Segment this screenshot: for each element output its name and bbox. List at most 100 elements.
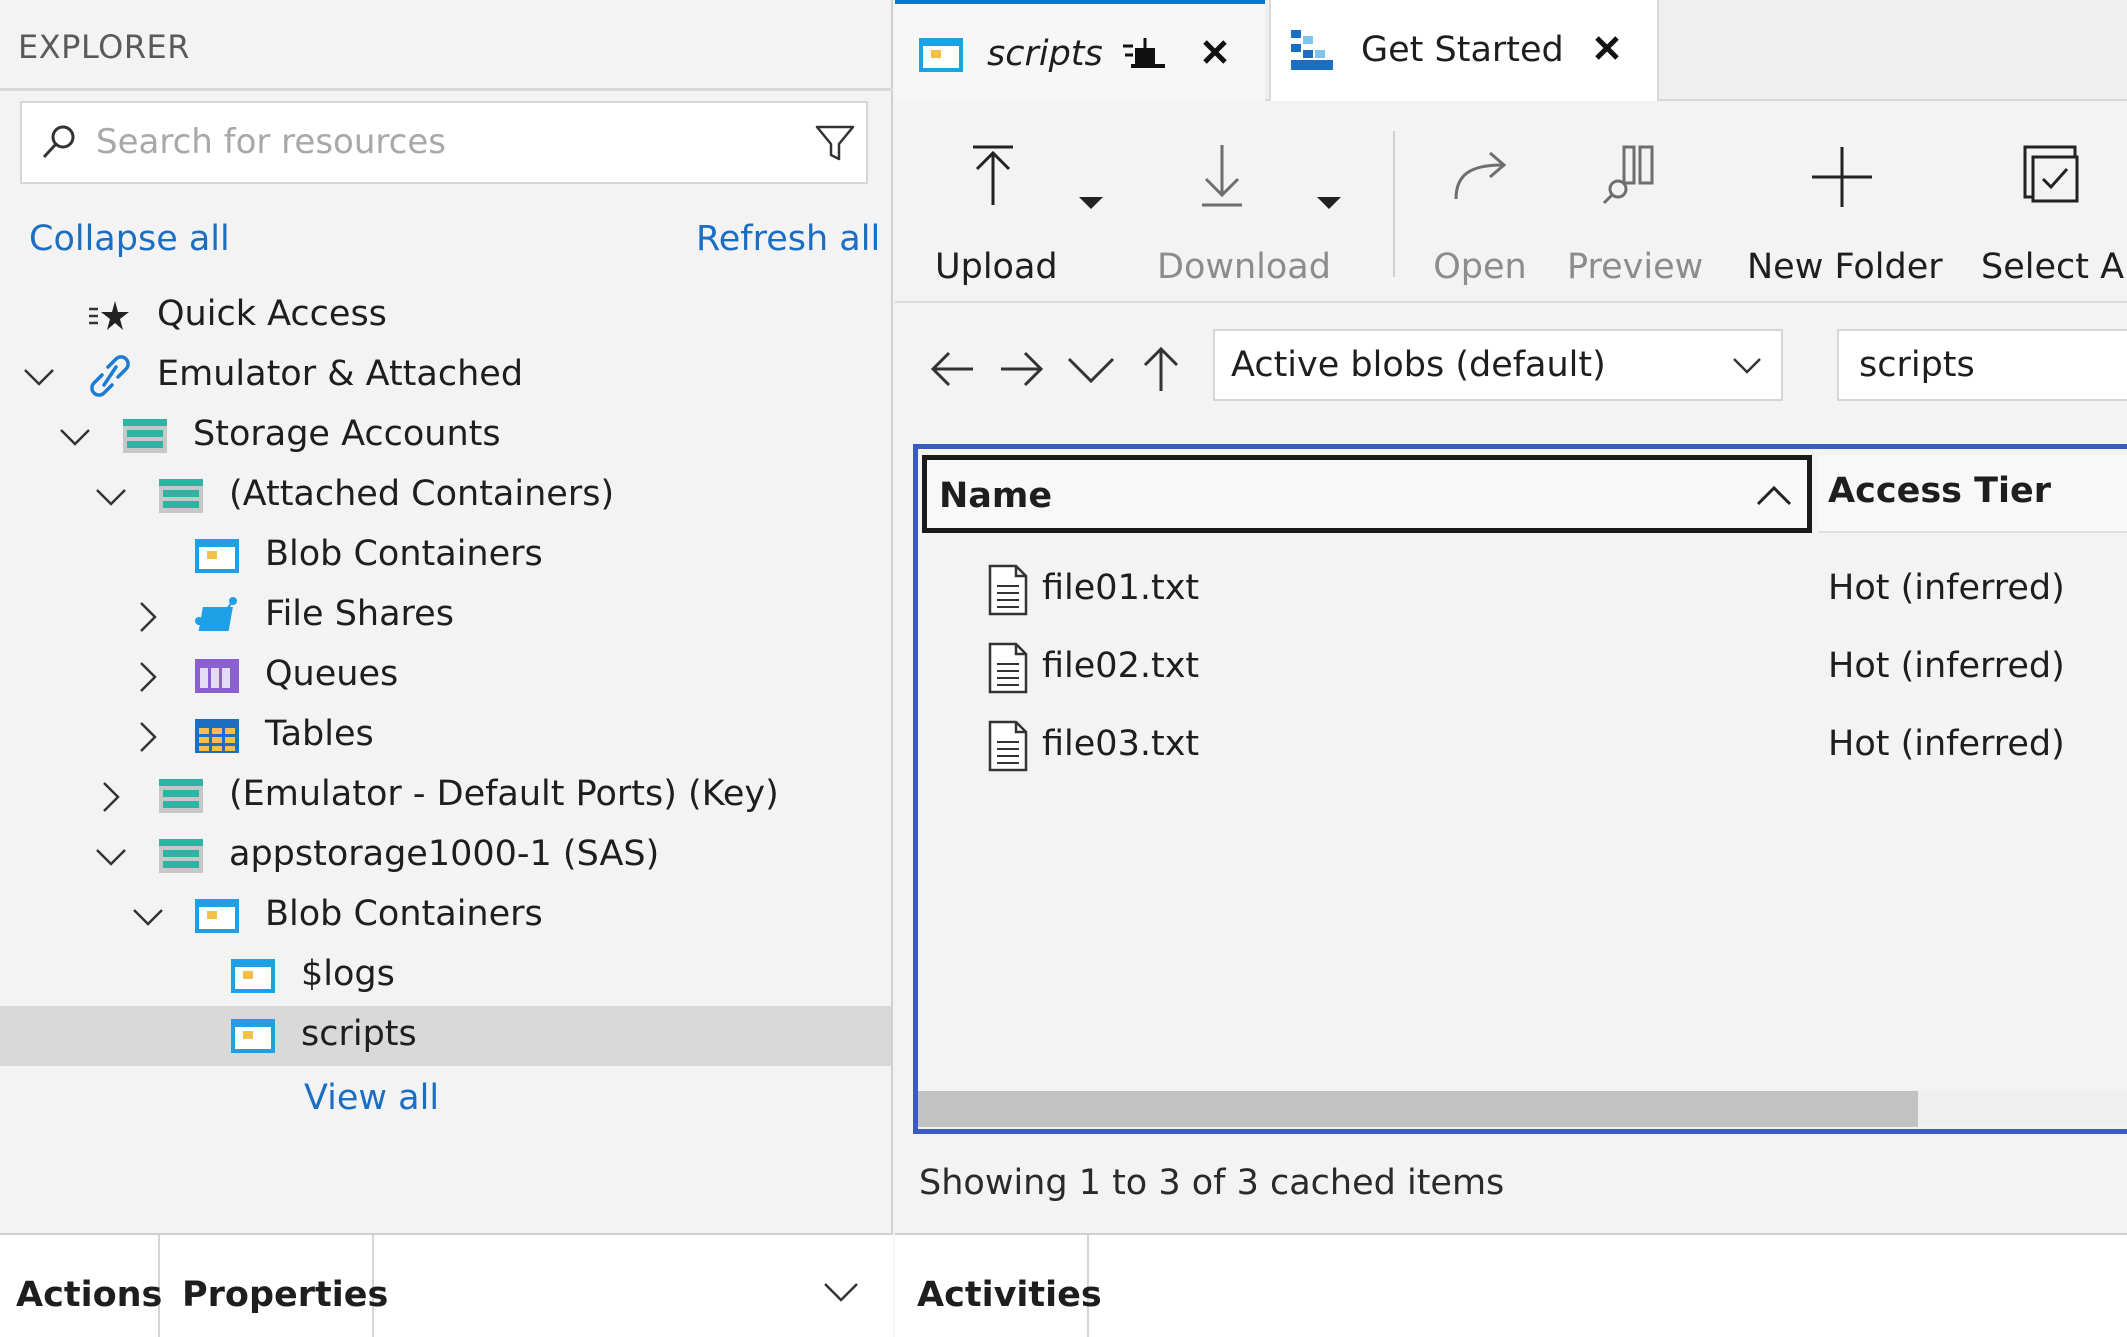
chevron-down-icon[interactable] bbox=[131, 900, 165, 934]
access-tier-value: Hot (inferred) bbox=[1828, 646, 2065, 686]
select-all-button[interactable]: Select All bbox=[1981, 133, 2127, 283]
chevron-right-icon[interactable] bbox=[94, 780, 128, 814]
blob-container-icon bbox=[919, 38, 963, 72]
blob-container-icon bbox=[195, 539, 239, 573]
tree-item-blob-containers[interactable]: Blob Containers bbox=[0, 526, 891, 586]
tree-item-appstorage[interactable]: appstorage1000-1 (SAS) bbox=[0, 826, 891, 886]
blob-container-icon bbox=[231, 1019, 275, 1053]
storage-account-icon bbox=[159, 779, 203, 813]
horizontal-scrollbar[interactable] bbox=[918, 1091, 2127, 1127]
forward-arrow-icon[interactable] bbox=[995, 343, 1047, 395]
tree-item-label: Blob Containers bbox=[265, 894, 543, 934]
chevron-right-icon[interactable] bbox=[131, 660, 165, 694]
column-header-label: Name bbox=[939, 476, 1053, 516]
preview-button[interactable]: Preview bbox=[1567, 133, 1703, 287]
tree-item-label: Blob Containers bbox=[265, 534, 543, 574]
status-text: Showing 1 to 3 of 3 cached items bbox=[919, 1163, 1505, 1203]
tree-item-storage-accounts[interactable]: Storage Accounts bbox=[0, 406, 891, 466]
up-arrow-icon[interactable] bbox=[1135, 343, 1187, 395]
chevron-right-icon[interactable] bbox=[131, 720, 165, 754]
tree-item-emulator-default-ports[interactable]: (Emulator - Default Ports) (Key) bbox=[0, 766, 891, 826]
tree-item-attached-containers[interactable]: (Attached Containers) bbox=[0, 466, 891, 526]
file-name: file03.txt bbox=[1042, 724, 1200, 764]
filter-icon[interactable] bbox=[814, 122, 856, 164]
new-folder-label: New Folder bbox=[1747, 247, 1943, 287]
tree-item-label: appstorage1000-1 (SAS) bbox=[229, 834, 660, 874]
tab-activities[interactable]: Activities bbox=[895, 1235, 1102, 1337]
chevron-down-icon bbox=[1733, 358, 1761, 374]
path-value: scripts bbox=[1859, 345, 1975, 385]
tree-item-label: Storage Accounts bbox=[193, 414, 501, 454]
access-tier-value: Hot (inferred) bbox=[1828, 568, 2065, 608]
new-folder-button[interactable]: New Folder bbox=[1747, 133, 1943, 287]
refresh-all-link[interactable]: Refresh all bbox=[696, 219, 880, 259]
tree-item-label: Tables bbox=[265, 714, 374, 754]
tree-item-label: Quick Access bbox=[157, 294, 387, 334]
tree-item-label: (Attached Containers) bbox=[229, 474, 615, 514]
explorer-title: EXPLORER bbox=[18, 28, 190, 66]
upload-button[interactable]: Upload bbox=[935, 133, 1058, 287]
open-icon bbox=[1454, 151, 1507, 200]
main-panel: scripts Get Started Upload Download Open… bbox=[895, 0, 2127, 1233]
table-row[interactable]: file01.txt Hot (inferred) bbox=[918, 552, 2127, 630]
recent-locations-chevron-icon[interactable] bbox=[1065, 343, 1117, 395]
file-name: file01.txt bbox=[1042, 568, 1200, 608]
chevron-down-icon[interactable] bbox=[22, 360, 56, 394]
tab-properties[interactable]: Properties bbox=[160, 1235, 388, 1337]
chevron-down-icon[interactable] bbox=[94, 480, 128, 514]
open-button[interactable]: Open bbox=[1425, 133, 1535, 287]
tab-scripts[interactable]: scripts bbox=[895, 0, 1265, 101]
tab-get-started[interactable]: Get Started bbox=[1269, 0, 1659, 101]
link-icon bbox=[90, 355, 130, 397]
tree-item-quick-access[interactable]: Quick Access bbox=[0, 286, 891, 346]
blob-grid: Name Access Tier file01.txt Hot (inferre… bbox=[913, 444, 2127, 1134]
collapse-all-link[interactable]: Collapse all bbox=[29, 219, 230, 259]
download-dropdown-caret-icon[interactable] bbox=[1315, 193, 1343, 213]
grid-header: Name Access Tier bbox=[918, 449, 2127, 539]
column-header-access-tier[interactable]: Access Tier bbox=[1818, 455, 2127, 533]
quick-access-icon bbox=[89, 301, 129, 330]
tree-item-scripts[interactable]: scripts bbox=[0, 1006, 891, 1066]
table-row[interactable]: file02.txt Hot (inferred) bbox=[918, 630, 2127, 708]
text-file-icon bbox=[988, 720, 1028, 772]
tree-item-tables[interactable]: Tables bbox=[0, 706, 891, 766]
storage-account-icon bbox=[159, 479, 203, 513]
tree-item-logs[interactable]: $logs bbox=[0, 946, 891, 1006]
path-input[interactable]: scripts bbox=[1837, 329, 2127, 401]
download-icon bbox=[1202, 145, 1242, 207]
search-input[interactable]: Search for resources bbox=[96, 122, 446, 162]
chevron-right-icon[interactable] bbox=[131, 600, 165, 634]
tab-label: Get Started bbox=[1361, 30, 1564, 70]
preview-label: Preview bbox=[1567, 247, 1704, 287]
table-row[interactable]: file03.txt Hot (inferred) bbox=[918, 708, 2127, 786]
storage-account-icon bbox=[123, 419, 167, 453]
chevron-down-icon[interactable] bbox=[94, 840, 128, 874]
tab-actions[interactable]: Actions bbox=[0, 1235, 162, 1337]
tree-item-label: $logs bbox=[301, 954, 395, 994]
chevron-down-icon[interactable] bbox=[822, 1279, 860, 1305]
chevron-down-icon[interactable] bbox=[58, 420, 92, 454]
select-all-icon bbox=[2023, 145, 2079, 203]
tree-item-file-shares[interactable]: File Shares bbox=[0, 586, 891, 646]
view-mode-select[interactable]: Active blobs (default) bbox=[1213, 329, 1783, 401]
tree-item-label: scripts bbox=[301, 1014, 417, 1054]
scrollbar-thumb[interactable] bbox=[918, 1091, 1918, 1127]
view-all-link[interactable]: View all bbox=[304, 1078, 439, 1118]
pin-icon[interactable] bbox=[1121, 38, 1167, 72]
search-icon bbox=[42, 125, 75, 159]
view-mode-value: Active blobs (default) bbox=[1231, 345, 1606, 385]
tree-item-queues[interactable]: Queues bbox=[0, 646, 891, 706]
back-arrow-icon[interactable] bbox=[927, 343, 979, 395]
tree-item-emulator-attached[interactable]: Emulator & Attached bbox=[0, 346, 891, 406]
tree-item-blob-containers[interactable]: Blob Containers bbox=[0, 886, 891, 946]
table-icon bbox=[195, 719, 239, 753]
upload-dropdown-caret-icon[interactable] bbox=[1077, 193, 1105, 213]
close-icon[interactable] bbox=[1199, 36, 1231, 68]
download-button[interactable]: Download bbox=[1157, 133, 1331, 287]
right-bottom-tabbar: Activities bbox=[895, 1233, 2127, 1337]
blob-container-icon bbox=[231, 959, 275, 993]
tree-item-label: Emulator & Attached bbox=[157, 354, 524, 394]
close-icon[interactable] bbox=[1591, 32, 1623, 64]
column-header-name[interactable]: Name bbox=[922, 455, 1812, 533]
search-box[interactable]: Search for resources bbox=[20, 101, 868, 184]
